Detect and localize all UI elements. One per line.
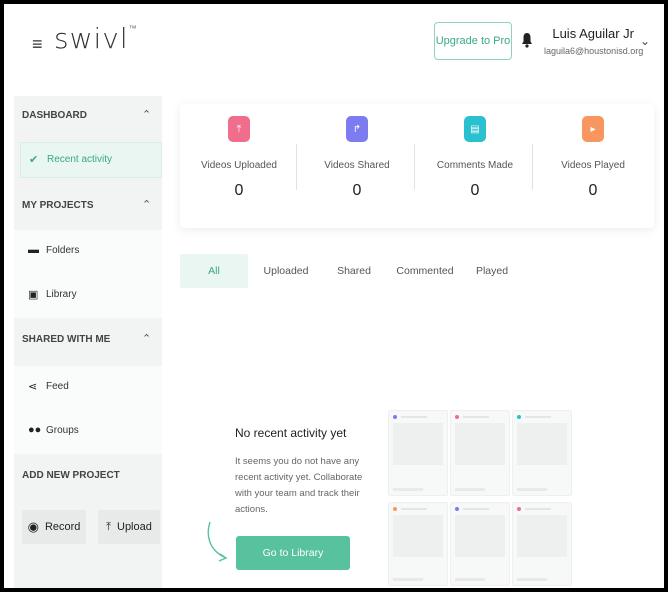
section-my-projects-label: MY PROJECTS <box>22 200 94 211</box>
record-button[interactable]: ◉ Record <box>22 510 86 544</box>
chevron-up-icon[interactable]: ⌃ <box>142 198 151 211</box>
curved-arrow-icon <box>207 521 228 562</box>
bell-icon[interactable] <box>521 32 533 48</box>
upload-label: Upload <box>117 521 152 533</box>
stat-label: Comments Made <box>436 160 514 171</box>
divider <box>296 144 297 190</box>
comment-icon: ▤ <box>464 116 486 142</box>
upload-button[interactable]: ⤒ Upload <box>98 510 160 544</box>
section-dashboard[interactable]: DASHBOARD ⌃ <box>14 96 162 140</box>
placeholder-card <box>388 502 448 586</box>
stat-value: 0 <box>588 182 598 199</box>
upgrade-to-pro-button[interactable]: Upgrade to Pro <box>434 22 512 60</box>
stat-videos-uploaded: ⤒ Videos Uploaded 0 <box>180 104 298 228</box>
stat-label: Videos Played <box>561 160 625 171</box>
share-icon: ⋖ <box>28 381 38 393</box>
stat-label: Videos Shared <box>324 160 390 171</box>
section-dashboard-label: DASHBOARD <box>22 110 87 121</box>
divider <box>532 144 533 190</box>
sidebar-item-groups[interactable]: ●● Groups <box>14 410 162 454</box>
groups-icon: ●● <box>28 424 42 436</box>
section-add-new-label: ADD NEW PROJECT <box>22 470 120 481</box>
sidebar-item-library[interactable]: ▣ Library <box>14 274 162 318</box>
sidebar-item-label: Groups <box>46 425 79 436</box>
top-header: ≡ swivl™ Upgrade to Pro Luis Aguilar Jr … <box>4 4 664 76</box>
empty-state-illustration <box>384 406 576 588</box>
stat-videos-shared: ↱ Videos Shared 0 <box>298 104 416 228</box>
upload-icon: ⤒ <box>228 116 250 142</box>
placeholder-card <box>512 502 572 586</box>
placeholder-card <box>450 410 510 496</box>
stat-comments-made: ▤ Comments Made 0 <box>416 104 534 228</box>
stat-label: Videos Uploaded <box>201 160 277 171</box>
stat-value: 0 <box>234 182 244 199</box>
section-my-projects[interactable]: MY PROJECTS ⌃ <box>14 186 162 230</box>
folder-icon: ▬ <box>28 244 39 256</box>
tab-played[interactable]: Played <box>466 254 518 288</box>
placeholder-card <box>450 502 510 586</box>
tab-commented[interactable]: Commented <box>392 254 458 288</box>
tab-shared[interactable]: Shared <box>326 254 382 288</box>
swivl-logo[interactable]: swivl™ <box>54 22 138 55</box>
go-to-library-button[interactable]: Go to Library <box>236 536 350 570</box>
logo-text: swivl <box>54 22 129 55</box>
upload-icon: ⤒ <box>106 520 111 533</box>
stat-value: 0 <box>352 182 362 199</box>
record-label: Record <box>44 521 81 533</box>
section-shared-with-me[interactable]: SHARED WITH ME ⌃ <box>14 320 162 364</box>
tab-uploaded[interactable]: Uploaded <box>256 254 316 288</box>
chevron-down-icon[interactable]: ⌄ <box>640 34 650 48</box>
placeholder-card <box>512 410 572 496</box>
stats-card: ⤒ Videos Uploaded 0 ↱ Videos Shared 0 ▤ … <box>180 104 654 228</box>
stat-videos-played: ▸ Videos Played 0 <box>534 104 652 228</box>
empty-state-title: No recent activity yet <box>235 426 347 440</box>
sidebar-item-folders[interactable]: ▬ Folders <box>14 230 162 274</box>
sidebar-item-label: Library <box>46 289 77 300</box>
sidebar: DASHBOARD ⌃ ✔ Recent activity MY PROJECT… <box>14 96 162 588</box>
chevron-up-icon[interactable]: ⌃ <box>142 108 151 121</box>
user-email: laguila6@houstonisd.org <box>544 46 644 56</box>
check-icon: ✔ <box>29 154 39 166</box>
divider <box>414 144 415 190</box>
section-shared-label: SHARED WITH ME <box>22 334 111 345</box>
hamburger-icon[interactable]: ≡ <box>32 34 43 55</box>
record-icon: ◉ <box>27 519 39 534</box>
sidebar-item-label: Folders <box>46 245 80 256</box>
placeholder-card <box>388 410 448 496</box>
tab-all[interactable]: All <box>180 254 248 288</box>
sidebar-item-feed[interactable]: ⋖ Feed <box>14 366 162 410</box>
sidebar-item-recent-activity[interactable]: ✔ Recent activity <box>20 142 162 178</box>
chevron-up-icon[interactable]: ⌃ <box>142 332 151 345</box>
section-add-new-project: ADD NEW PROJECT <box>14 456 162 500</box>
share-arrow-icon: ↱ <box>346 116 368 142</box>
sidebar-item-label: Recent activity <box>47 154 113 165</box>
stat-value: 0 <box>470 182 480 199</box>
library-icon: ▣ <box>28 289 39 301</box>
empty-state-description: It seems you do not have any recent acti… <box>235 456 363 515</box>
sidebar-item-label: Feed <box>46 381 69 392</box>
user-name[interactable]: Luis Aguilar Jr <box>544 26 634 41</box>
logo-tm: ™ <box>128 24 138 33</box>
app-window: ≡ swivl™ Upgrade to Pro Luis Aguilar Jr … <box>4 4 664 588</box>
play-icon: ▸ <box>582 116 604 142</box>
